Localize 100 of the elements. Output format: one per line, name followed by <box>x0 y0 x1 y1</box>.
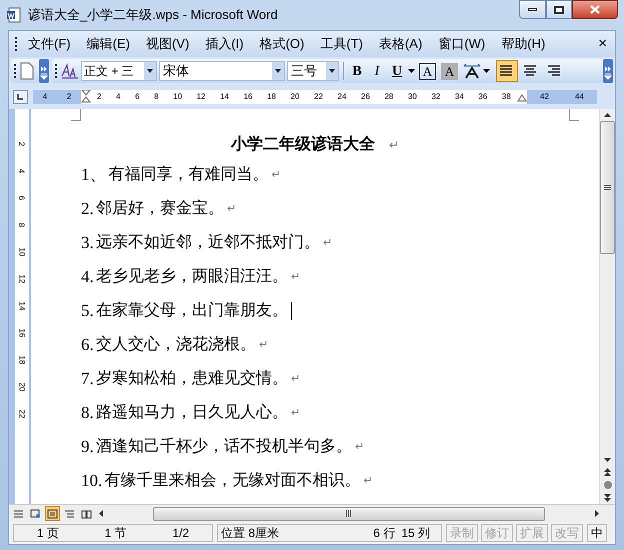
caret-icon[interactable] <box>408 69 415 73</box>
list-number: 5. <box>81 300 94 322</box>
print-view-icon[interactable] <box>45 506 60 521</box>
restore-button[interactable] <box>546 0 572 19</box>
tab-stop-selector[interactable] <box>13 90 28 104</box>
font-size-dropdown[interactable]: 三号 <box>287 61 339 81</box>
list-number: 9. <box>81 436 94 458</box>
align-left-button[interactable] <box>496 60 518 82</box>
browse-object-icon[interactable] <box>604 481 612 489</box>
toolbar-options-icon[interactable] <box>603 59 613 83</box>
caret-icon[interactable] <box>483 69 490 73</box>
menu-item[interactable]: 格式(O) <box>254 34 310 54</box>
ruler-number: 8 <box>16 222 26 228</box>
bold-button[interactable]: B <box>348 61 366 81</box>
ruler-number: 34 <box>454 91 464 103</box>
paragraph-mark: ↵ <box>226 202 236 217</box>
menu-item[interactable]: 文件(F) <box>23 34 76 54</box>
close-button[interactable] <box>572 0 618 19</box>
list-number: 4. <box>81 266 94 288</box>
grip-icon <box>604 184 611 190</box>
section-indicator: 1 节 <box>104 525 127 542</box>
ruler-number: 42 <box>540 91 549 103</box>
proverb-text: 有福同享，有难同当。 <box>108 164 268 185</box>
page-indicator: 1 页 <box>36 525 59 542</box>
menu-item[interactable]: 帮助(H) <box>496 34 550 54</box>
horizontal-scrollbar-thumb[interactable] <box>153 506 545 520</box>
proverb-text: 在家靠父母，出门靠朋友。 <box>96 300 288 321</box>
scroll-down-icon[interactable] <box>604 458 611 462</box>
window-title: 谚语大全_小学二年级.wps - Microsoft Word <box>28 6 279 24</box>
ruler-number: 16 <box>244 91 252 103</box>
ruler-number: 4 <box>42 91 48 103</box>
outline-view-glyph-icon <box>64 508 75 518</box>
ruler-number: 30 <box>408 91 417 103</box>
scroll-up-icon[interactable] <box>604 113 611 117</box>
ruler-number: 16 <box>16 328 26 338</box>
italic-button[interactable]: I <box>368 61 386 81</box>
proverb-text: 岁寒知松柏，患难见交情。 <box>96 368 288 389</box>
scrollbar-thumb[interactable] <box>600 121 615 254</box>
ruler-number: 38 <box>502 91 511 103</box>
menu-item[interactable]: 视图(V) <box>140 34 194 54</box>
styles-icon[interactable] <box>61 63 79 79</box>
ruler-number: 20 <box>16 382 26 392</box>
paragraph-mark: ↵ <box>290 270 300 285</box>
paragraph-mark: ↵ <box>290 372 300 387</box>
language-indicator: 中 <box>587 524 607 542</box>
reading-view-glyph-icon <box>81 508 92 518</box>
menu-item[interactable]: 工具(T) <box>315 34 368 54</box>
proverb-text: 有缘千里来相会，无缘对面不相识。 <box>104 470 360 491</box>
menu-item[interactable]: 插入(I) <box>200 34 249 54</box>
ruler-number: 4 <box>116 91 120 103</box>
close-icon <box>590 5 600 14</box>
list-number: 8. <box>81 402 94 424</box>
line-indicator: 6 行 <box>373 525 396 542</box>
scroll-left-icon[interactable] <box>99 510 103 517</box>
paragraph-mark: ↵ <box>354 440 364 455</box>
previous-page-icon[interactable] <box>604 468 611 476</box>
web-view-glyph-icon <box>30 508 41 518</box>
list-number: 7. <box>81 368 94 390</box>
menu-item[interactable]: 编辑(E) <box>82 34 135 54</box>
paragraph-mark: ↵ <box>389 137 399 154</box>
ruler-number: 8 <box>154 91 159 103</box>
underline-button[interactable]: U <box>388 61 406 81</box>
position-indicator: 位置 8厘米 <box>221 525 280 542</box>
character-shading-button[interactable]: A <box>441 62 458 80</box>
ruler-number: 32 <box>431 91 440 103</box>
proverb-text: 酒逢知己千杯少，话不投机半句多。 <box>96 436 352 457</box>
toolbar-options-icon[interactable] <box>39 59 49 83</box>
ruler-number: 22 <box>314 91 323 103</box>
ruler-number: 14 <box>16 302 26 310</box>
minimize-button[interactable] <box>519 0 546 19</box>
ruler-number: 2 <box>16 142 26 146</box>
paragraph-mark: ↵ <box>363 474 372 489</box>
next-page-icon[interactable] <box>604 494 611 502</box>
character-border-button[interactable]: A <box>419 62 436 80</box>
new-document-icon[interactable] <box>19 62 35 80</box>
ruler-number: 28 <box>384 91 394 103</box>
ruler-number: 26 <box>361 91 370 103</box>
document-icon <box>6 7 22 23</box>
ruler-number: 4 <box>16 168 26 174</box>
close-document-button[interactable]: × <box>596 32 609 56</box>
menu-item[interactable]: 窗口(W) <box>433 34 490 54</box>
list-number: 10. <box>81 470 102 492</box>
list-number: 2. <box>81 198 94 220</box>
ruler-number: 20 <box>290 91 300 103</box>
align-left-icon <box>500 65 514 77</box>
proverb-text: 邻居好，赛金宝。 <box>96 198 224 219</box>
character-scaling-icon[interactable] <box>463 63 481 79</box>
menu-item[interactable]: 表格(A) <box>374 34 428 54</box>
proverb-text: 路遥知马力，日久见人心。 <box>96 402 288 423</box>
column-indicator: 15 列 <box>401 525 430 542</box>
right-indent-marker-icon[interactable] <box>517 92 527 102</box>
scroll-right-icon[interactable] <box>595 510 599 517</box>
ruler-number: 18 <box>267 91 276 103</box>
grip-icon <box>346 510 352 517</box>
ruler-number: 22 <box>16 410 26 418</box>
font-dropdown[interactable]: 宋体 <box>159 61 285 81</box>
text-cursor <box>290 302 292 320</box>
style-dropdown[interactable]: 正文 + 三 <box>81 61 157 81</box>
ruler-number: 12 <box>196 91 206 103</box>
ruler-number: 2 <box>66 91 72 103</box>
